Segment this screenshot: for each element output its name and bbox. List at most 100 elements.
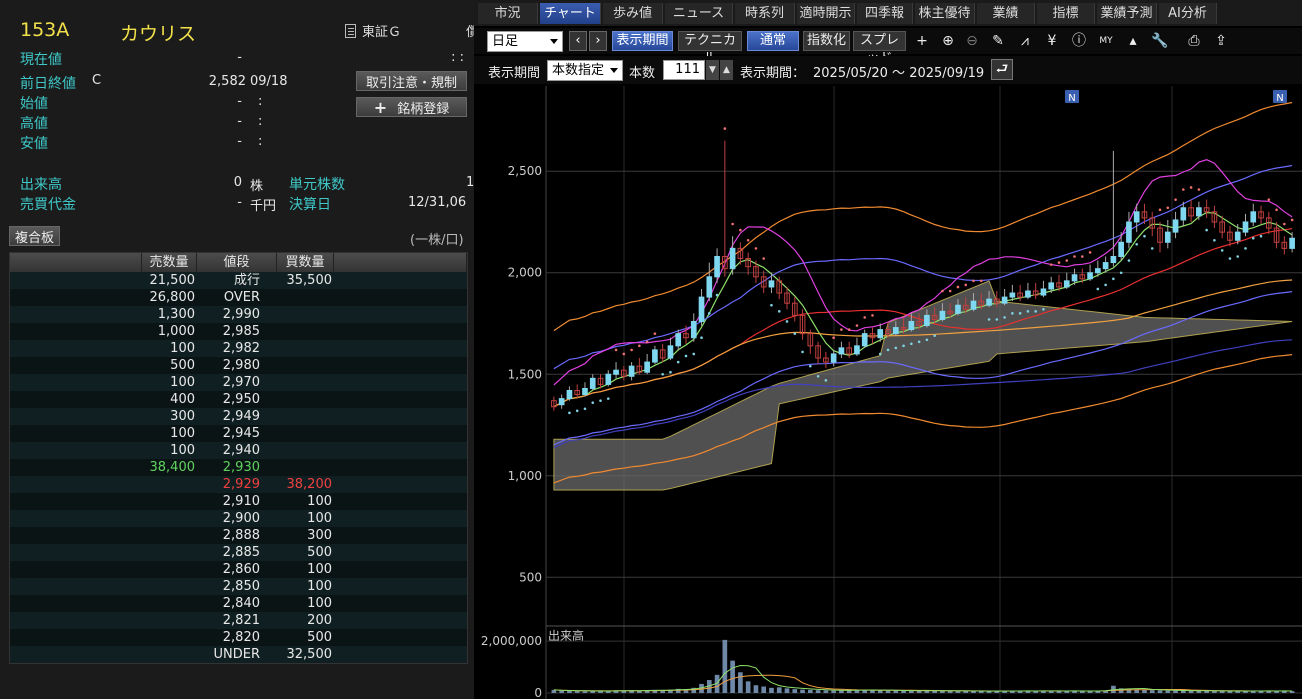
prev-arrow-button[interactable]: ‹ <box>569 31 587 51</box>
technical-button[interactable]: テクニカル <box>678 31 742 66</box>
tab-5[interactable]: 適時開示 <box>797 3 855 24</box>
next-arrow-button[interactable]: › <box>589 31 607 51</box>
board-row[interactable]: 100 2,945 <box>10 425 467 442</box>
board-row[interactable]: 2,840 100 <box>10 595 467 612</box>
spread-button[interactable]: スプレッド <box>853 31 906 66</box>
document-icon[interactable] <box>345 23 356 38</box>
board-row[interactable]: 21,500 成行 35,500 <box>10 272 467 289</box>
board-row[interactable]: 400 2,950 <box>10 391 467 408</box>
sar-dot <box>824 379 828 382</box>
volume-bar <box>559 690 564 693</box>
export-icon[interactable]: ⇪ <box>1210 31 1232 52</box>
my-chart-icon[interactable]: MY <box>1095 31 1117 52</box>
sar-dot <box>1150 247 1154 250</box>
board-row[interactable]: 100 2,940 <box>10 442 467 459</box>
index-button[interactable]: 指数化 <box>803 31 850 51</box>
current-price-time: : : <box>451 50 464 65</box>
register-stock-button[interactable]: + 銘柄登録 <box>356 97 467 117</box>
board-row[interactable]: 1,300 2,990 <box>10 306 467 323</box>
count-input[interactable]: 111 <box>663 60 705 80</box>
tab-11[interactable]: AI分析 <box>1159 3 1217 24</box>
candle-body <box>1250 211 1257 223</box>
tab-7[interactable]: 株主優待 <box>915 3 975 24</box>
sar-dot <box>1003 316 1006 319</box>
board-row[interactable]: 2,821 200 <box>10 612 467 629</box>
board-row[interactable]: 38,400 2,930 <box>10 459 467 476</box>
return-icon[interactable]: ⮐ <box>991 59 1013 80</box>
volume-bar <box>730 660 735 693</box>
board-row[interactable]: 300 2,949 <box>10 408 467 425</box>
tab-0[interactable]: 市況 <box>478 3 538 24</box>
board-row[interactable]: 2,910 100 <box>10 493 467 510</box>
candlestick-chart[interactable]: 5001,0001,5002,0002,500N N出来高02,000,000 <box>474 86 1302 699</box>
period-mode-select[interactable]: 本数指定 <box>547 60 623 81</box>
spin-down-button[interactable]: ▼ <box>706 60 719 80</box>
sar-dot <box>575 409 579 413</box>
board-row[interactable]: 2,888 300 <box>10 527 467 544</box>
board-row[interactable]: 500 2,980 <box>10 357 467 374</box>
area-chart-icon[interactable]: ▴ <box>1122 31 1144 52</box>
tab-3[interactable]: ニュース <box>665 3 733 24</box>
candle-body <box>892 327 899 335</box>
board-row[interactable]: 1,000 2,985 <box>10 323 467 340</box>
tab-1[interactable]: チャート <box>540 3 601 24</box>
board-row[interactable]: 2,900 100 <box>10 510 467 527</box>
sar-dot <box>708 312 711 315</box>
composite-board-button[interactable]: 複合板 <box>9 226 60 246</box>
display-period-button[interactable]: 表示期間 <box>612 31 673 51</box>
prev-close-flag: C <box>92 73 102 88</box>
candle-body <box>1242 221 1249 233</box>
yen-icon[interactable]: ¥ <box>1041 31 1063 52</box>
pencil-icon[interactable]: ✎ <box>987 31 1009 52</box>
board-row[interactable]: 2,820 500 <box>10 629 467 646</box>
volume-bar <box>776 687 782 693</box>
wrench-icon[interactable]: 🔧 <box>1149 31 1171 52</box>
board-row[interactable]: 100 2,982 <box>10 340 467 357</box>
sar-dot <box>700 336 703 340</box>
settlement-label: 決算日 <box>289 197 331 213</box>
tab-4[interactable]: 時系列 <box>735 3 795 24</box>
board-row[interactable]: 100 2,970 <box>10 374 467 391</box>
sar-dot <box>1182 188 1185 191</box>
volume-label: 出来高 <box>20 177 62 193</box>
board-row[interactable]: 2,850 100 <box>10 578 467 595</box>
sar-dot <box>816 374 820 378</box>
sar-dot <box>878 352 882 356</box>
info-icon[interactable]: ⓘ <box>1068 31 1090 52</box>
spin-up-button[interactable]: ▲ <box>720 60 733 80</box>
tab-9[interactable]: 指標 <box>1037 3 1095 24</box>
sar-dot <box>863 316 867 319</box>
board-row[interactable]: UNDER 32,500 <box>10 646 467 663</box>
tab-6[interactable]: 四季報 <box>857 3 913 24</box>
zoom-out-icon[interactable]: ⊖ <box>961 31 983 52</box>
sar-dot <box>1081 255 1084 258</box>
period-mode-value: 本数指定 <box>552 63 605 78</box>
crosshair-icon[interactable]: + <box>911 31 933 52</box>
sar-dot <box>987 318 991 321</box>
print-icon[interactable]: ⎙ <box>1183 31 1205 52</box>
candle-body <box>1071 274 1078 282</box>
trendline-icon[interactable]: ⩘ <box>1014 31 1036 52</box>
board-row[interactable]: 2,929 38,200 <box>10 476 467 493</box>
normal-button[interactable]: 通常 <box>747 31 799 51</box>
plus-icon: + <box>373 97 388 117</box>
volume-bar <box>582 691 588 693</box>
board-row[interactable]: 26,800 OVER <box>10 289 467 306</box>
tab-10[interactable]: 業績予測 <box>1097 3 1157 24</box>
period-type-select[interactable]: 日足 <box>487 31 563 52</box>
unit-shares-label: 単元株数 <box>289 177 345 193</box>
tab-8[interactable]: 業績 <box>977 3 1035 24</box>
tab-2[interactable]: 歩み値 <box>603 3 663 24</box>
sar-dot <box>1158 208 1162 212</box>
board-price: 2,900 <box>222 511 260 526</box>
board-sell-qty: 26,800 <box>149 290 196 305</box>
sar-dot <box>715 293 719 297</box>
board-row[interactable]: 2,860 100 <box>10 561 467 578</box>
candle-body <box>1164 231 1171 243</box>
sar-dot <box>1049 263 1053 266</box>
zoom-in-icon[interactable]: ⊕ <box>937 31 959 52</box>
board-row[interactable]: 2,885 500 <box>10 544 467 561</box>
trade-notice-button[interactable]: 取引注意・規制 <box>356 71 467 91</box>
board-sell-qty: 1,300 <box>157 307 195 322</box>
volume-bar <box>567 690 572 693</box>
